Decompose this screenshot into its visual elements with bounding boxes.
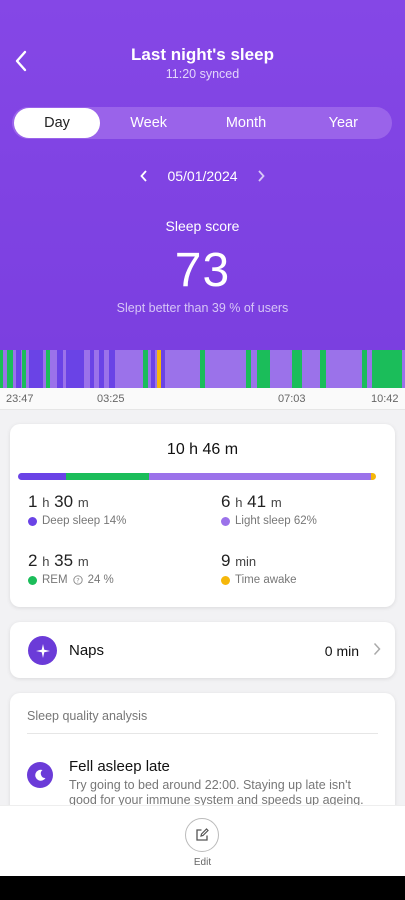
stage-bar-rem: [0, 350, 3, 388]
svg-text:?: ?: [76, 576, 79, 584]
light-sleep-stat: 6 h 41 m Light sleep 62%: [221, 492, 317, 527]
deep-sleep-segment: [18, 473, 67, 480]
stage-bar-rem: [320, 350, 326, 388]
light-hours: 6: [221, 492, 231, 511]
stage-bar-rem: [7, 350, 13, 388]
sleep-stage-timeline: [0, 350, 405, 388]
time-tick: 23:47: [6, 393, 34, 405]
current-date: 05/01/2024: [167, 168, 238, 184]
sleep-score-label: Sleep score: [165, 218, 240, 234]
analysis-title: Fell asleep late: [69, 758, 170, 775]
light-minutes: 41: [247, 492, 267, 511]
moon-icon: [27, 762, 53, 788]
naps-row[interactable]: Naps 0 min: [10, 622, 395, 678]
timeline-axis: 23:47 03:25 07:03 10:42: [0, 388, 405, 410]
naps-label: Naps: [69, 642, 105, 659]
previous-date-button[interactable]: [137, 168, 151, 184]
light-sleep-segment: [148, 473, 371, 480]
analysis-description: Try going to bed around 22:00. Staying u…: [69, 778, 364, 807]
divider: [27, 733, 378, 734]
rem-label: REM: [42, 574, 68, 586]
next-date-button[interactable]: [254, 168, 268, 184]
stage-bar-rem: [292, 350, 302, 388]
chevron-right-icon: [257, 170, 265, 182]
date-navigator: 05/01/2024: [0, 168, 405, 184]
stage-bar-rem: [257, 350, 270, 388]
awake-stat: 9 min Time awake: [221, 551, 297, 586]
deep-minutes: 30: [54, 492, 74, 511]
bottom-toolbar: Edit: [0, 805, 405, 876]
awake-value: 9: [221, 551, 231, 570]
edit-icon: [196, 828, 209, 841]
sleep-stage-distribution-bar: [18, 473, 376, 480]
rem-minutes: 35: [54, 551, 74, 570]
deep-sleep-dot: [28, 516, 37, 526]
stage-bar-deep: [16, 350, 21, 388]
rem-segment: [66, 473, 149, 480]
deep-sleep-label: Deep sleep 14%: [42, 515, 127, 527]
stage-bar-rem: [246, 350, 251, 388]
time-tick: 07:03: [278, 393, 306, 405]
awake-label: Time awake: [235, 574, 297, 586]
light-sleep-label: Light sleep 62%: [235, 515, 317, 527]
stage-bar-deep: [109, 350, 115, 388]
light-sleep-dot: [221, 516, 230, 526]
tab-month[interactable]: Month: [197, 108, 294, 138]
stage-bar-rem: [372, 350, 402, 388]
naps-value: 0 min: [324, 643, 359, 659]
stage-bar-rem: [46, 350, 50, 388]
stage-bar-rem: [143, 350, 148, 388]
stage-bar-deep: [151, 350, 155, 388]
stage-bar-deep: [57, 350, 63, 388]
total-sleep-duration: 10 h 46 m: [166, 441, 239, 458]
system-navigation-bar: [0, 876, 405, 900]
sparkle-icon: [28, 636, 57, 665]
chevron-left-icon: [140, 170, 148, 182]
stage-bar-rem: [362, 350, 367, 388]
stage-bar-rem: [22, 350, 26, 388]
sleep-score-comparison: Slept better than 39 % of users: [116, 301, 289, 315]
edit-label: Edit: [193, 857, 212, 868]
tab-year[interactable]: Year: [295, 108, 392, 138]
analysis-header: Sleep quality analysis: [27, 709, 148, 723]
stage-bar-deep: [99, 350, 104, 388]
stage-bar-deep: [29, 350, 43, 388]
period-tabs: Day Week Month Year: [12, 107, 392, 139]
sync-status: 11:20 synced: [165, 67, 240, 81]
tab-day[interactable]: Day: [14, 108, 100, 138]
sleep-header: Last night's sleep 11:20 synced Day Week…: [0, 0, 405, 350]
tab-week[interactable]: Week: [100, 108, 197, 138]
awake-unit: min: [235, 554, 257, 569]
rem-stat: 2 h 35 m REM ? 24 %: [28, 551, 114, 586]
chevron-right-icon: [373, 642, 381, 656]
rem-hours: 2: [28, 551, 38, 570]
stage-bar-deep: [161, 350, 165, 388]
page-title: Last night's sleep: [131, 45, 274, 64]
rem-percent: 24 %: [87, 574, 114, 586]
awake-dot: [221, 575, 230, 585]
deep-sleep-stat: 1 h 30 m Deep sleep 14%: [28, 492, 127, 527]
rem-dot: [28, 575, 37, 585]
time-tick: 03:25: [97, 393, 125, 405]
help-icon[interactable]: ?: [72, 575, 83, 585]
time-tick: 10:42: [371, 393, 399, 405]
sleep-score-value: 73: [174, 244, 231, 297]
edit-button[interactable]: [185, 818, 219, 852]
stage-bar-deep: [90, 350, 94, 388]
stage-bar-rem: [200, 350, 205, 388]
stage-bar-deep: [66, 350, 84, 388]
deep-hours: 1: [28, 492, 38, 511]
